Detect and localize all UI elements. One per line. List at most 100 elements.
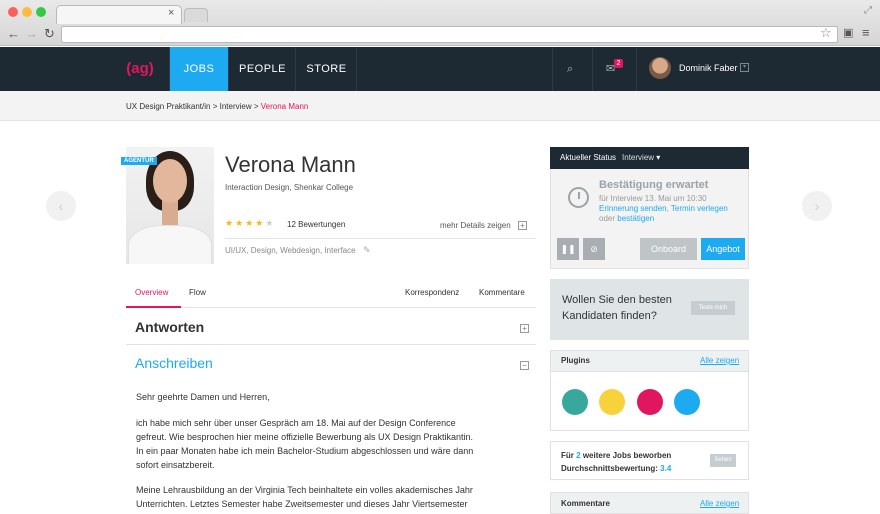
next-candidate-button[interactable]: › (802, 191, 832, 221)
letter-line: Unterrichten. Letztes Semester habe Zwei… (136, 499, 468, 509)
plugin-blue[interactable] (674, 389, 700, 415)
letter-greeting: Sehr geehrte Damen und Herren, (136, 392, 270, 402)
search-icon[interactable]: ⌕ (567, 47, 573, 91)
tab-close-icon[interactable]: × (168, 7, 174, 19)
letter-line: In ein paar Monaten habe ich mein Bachel… (136, 446, 474, 456)
url-bar[interactable] (61, 26, 838, 43)
plugin-pink[interactable] (637, 389, 663, 415)
plugin-teal[interactable] (562, 389, 588, 415)
active-tab-indicator (126, 306, 181, 308)
jobs-count-link[interactable]: 2 (576, 451, 580, 460)
view-jobs-button[interactable]: Sehen (710, 454, 736, 467)
star-icon: ★ (235, 218, 246, 228)
status-detail: für Interview 13. Mai um 10:30 (599, 194, 707, 203)
confirm-link[interactable]: bestätigen (617, 214, 654, 223)
expand-details-icon[interactable]: + (518, 221, 527, 230)
logo[interactable]: (ag) (125, 57, 155, 81)
plugin-yellow[interactable] (599, 389, 625, 415)
user-menu-icon[interactable]: ▾ (740, 63, 749, 72)
clock-icon (568, 187, 589, 208)
bookmark-star-icon[interactable]: ☆ (820, 25, 832, 41)
previous-candidate-button[interactable]: ‹ (46, 191, 76, 221)
section-antworten[interactable]: Antworten (135, 319, 204, 335)
status-value[interactable]: Interview (622, 153, 654, 162)
edit-pencil-icon[interactable]: ✎ (363, 245, 371, 256)
expand-antworten-icon[interactable]: + (520, 324, 529, 333)
send-reminder-link[interactable]: Erinnerung senden (599, 204, 667, 213)
breadcrumb-separator: > (251, 102, 261, 111)
jobs-prefix: Für (561, 451, 574, 460)
review-count[interactable]: 12 Bewertungen (287, 220, 345, 229)
letter-line: sofort einsatzbereit. (136, 460, 215, 470)
star-icon: ★ (255, 218, 266, 228)
tab-flow[interactable]: Flow (189, 288, 206, 297)
star-icon: ★ (225, 218, 236, 228)
other-jobs-text: Für 2 weitere Jobs beworben Durchschnitt… (561, 449, 671, 475)
star-empty-icon: ★ (265, 218, 276, 228)
breadcrumb-item[interactable]: UX Design Praktikant/in (126, 102, 210, 111)
fullscreen-icon[interactable]: ⤢ (864, 5, 872, 16)
nav-jobs[interactable]: JOBS (170, 47, 229, 91)
close-window-icon[interactable] (8, 7, 18, 17)
breadcrumb-current: Verona Mann (260, 102, 309, 111)
status-title: Bestätigung erwartet (599, 179, 709, 191)
plugins-show-all-link[interactable]: Alle zeigen (700, 356, 739, 365)
agency-badge: AGENTUR (121, 157, 157, 165)
rating-stars: ★★★★★ (225, 218, 275, 229)
status-links: Erinnerung senden, Termin verlegen (599, 204, 728, 213)
tab-kommentare[interactable]: Kommentare (479, 288, 525, 297)
comments-show-all-link[interactable]: Alle zeigen (700, 499, 739, 508)
status-dropdown-icon[interactable]: ▾ (656, 153, 660, 162)
promo-text: Wollen Sie den besten Kandidaten finden? (562, 294, 672, 322)
divider (126, 344, 536, 345)
jobs-suffix: weitere Jobs beworben (582, 451, 672, 460)
offer-button[interactable]: Angebot (701, 238, 745, 260)
nav-store[interactable]: STORE (297, 47, 357, 91)
status-confirm-line: oder bestätigen (599, 214, 654, 223)
tab-overview[interactable]: Overview (135, 288, 168, 297)
candidate-subtitle: Interaction Design, Shenkar College (225, 183, 354, 192)
user-name[interactable]: Dominik Faber (679, 63, 738, 73)
minimize-window-icon[interactable] (22, 7, 32, 17)
extension-icon[interactable]: ▣ (843, 26, 853, 39)
plugins-title: Plugins (561, 356, 590, 365)
nav-divider (592, 47, 593, 91)
nav-people[interactable]: PEOPLE (230, 47, 296, 91)
letter-line: ich habe mich sehr über unser Gespräch a… (136, 418, 456, 428)
pause-button[interactable]: ❚❚ (557, 238, 579, 260)
status-header[interactable]: Aktueller Status Interview ▾ (550, 147, 749, 169)
notification-badge: 2 (614, 59, 623, 68)
profile-tabs (126, 278, 536, 308)
breadcrumb-separator: > (210, 102, 220, 111)
forward-arrow-icon[interactable]: → (25, 26, 38, 41)
letter-line: gefreut. Wie besprochen hier meine offiz… (136, 432, 474, 442)
nav-divider (552, 47, 553, 91)
candidate-tags: UI/UX, Design, Webdesign, Interface (225, 246, 356, 255)
avg-rating-label: Durchschnittsbewertung: (561, 464, 658, 473)
nav-divider (636, 47, 637, 91)
onboard-button[interactable]: Onboard (640, 238, 697, 260)
avatar[interactable] (649, 57, 671, 79)
divider (225, 238, 536, 239)
chat-icon[interactable]: ✉ (606, 47, 615, 91)
breadcrumb-item[interactable]: Interview (220, 102, 252, 111)
candidate-name: Verona Mann (225, 152, 356, 177)
tab-korrespondenz[interactable]: Korrespondenz (405, 288, 459, 297)
more-details-link[interactable]: mehr Details zeigen (440, 221, 511, 230)
logo-text: (ag) (126, 60, 154, 77)
section-anschreiben[interactable]: Anschreiben (135, 355, 213, 371)
new-tab-button[interactable] (184, 8, 208, 22)
try-me-button[interactable]: Teste mich (691, 301, 735, 315)
collapse-anschreiben-icon[interactable]: − (520, 361, 529, 370)
status-or: oder (599, 214, 616, 223)
maximize-window-icon[interactable] (36, 7, 46, 17)
reschedule-link[interactable]: Termin verlegen (671, 204, 728, 213)
breadcrumb: UX Design Praktikant/in > Interview > Ve… (126, 102, 308, 111)
back-arrow-icon[interactable]: ← (7, 26, 20, 41)
status-label: Aktueller Status (560, 153, 617, 162)
reload-icon[interactable]: ↻ (44, 26, 55, 42)
reject-button[interactable]: ⊘ (583, 238, 605, 260)
browser-tab[interactable] (56, 5, 182, 24)
menu-icon[interactable]: ≡ (862, 25, 870, 40)
star-icon: ★ (245, 218, 256, 228)
